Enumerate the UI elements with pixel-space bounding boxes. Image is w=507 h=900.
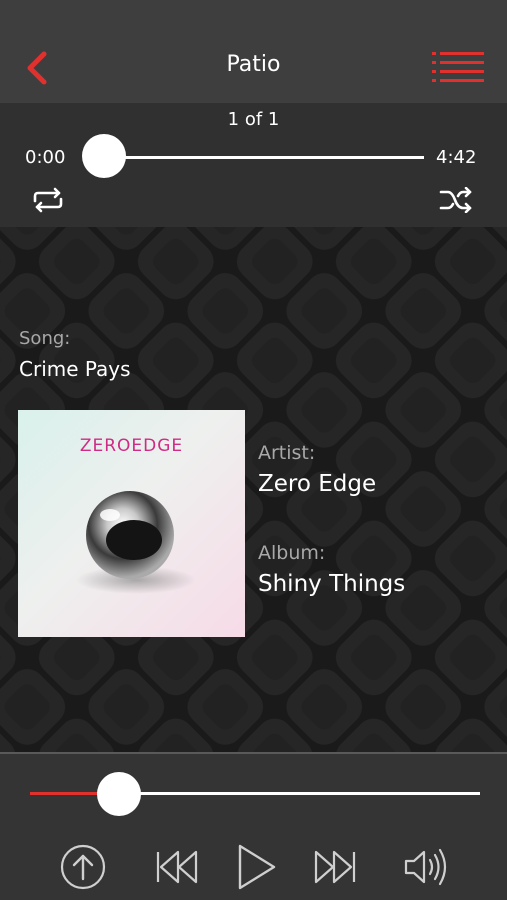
duration-time: 4:42 [436, 147, 477, 168]
now-playing-panel: Song: Crime Pays ZEROEDGE Artist: Zero E… [0, 227, 507, 752]
album-name: Shiny Things [258, 571, 406, 597]
song-label: Song: [19, 328, 71, 349]
playback-controls-bar [0, 752, 507, 900]
page-title: Patio [226, 52, 281, 77]
artist-name: Zero Edge [258, 471, 377, 497]
skip-forward-icon[interactable] [310, 842, 360, 892]
elapsed-time: 0:00 [25, 147, 66, 168]
progress-knob[interactable] [82, 134, 126, 178]
list-menu-icon[interactable] [432, 50, 484, 84]
play-icon[interactable] [232, 842, 282, 892]
upload-icon[interactable] [58, 842, 108, 892]
skip-back-icon[interactable] [152, 842, 202, 892]
header-bar: Patio [0, 0, 507, 103]
artist-label: Artist: [258, 442, 316, 464]
track-count: 1 of 1 [227, 109, 280, 130]
repeat-icon[interactable] [31, 187, 65, 213]
track-progress-panel: 1 of 1 0:00 4:42 [0, 103, 507, 227]
volume-icon[interactable] [402, 842, 452, 892]
album-art: ZEROEDGE [18, 410, 245, 637]
progress-track[interactable] [104, 156, 424, 159]
volume-knob[interactable] [96, 772, 141, 816]
song-title: Crime Pays [19, 357, 131, 381]
shuffle-icon[interactable] [439, 187, 473, 213]
volume-fill [30, 792, 97, 795]
album-art-logo: ZEROEDGE [79, 436, 184, 456]
album-label: Album: [258, 542, 326, 564]
